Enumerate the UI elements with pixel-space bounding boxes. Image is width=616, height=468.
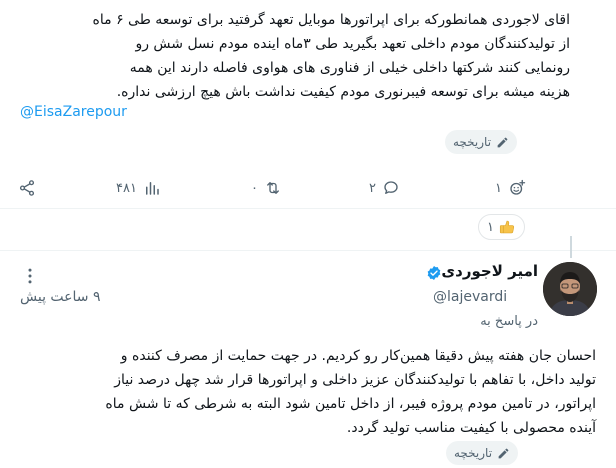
action-bar: ۴۸۱ ۰ ۲ ۱ bbox=[0, 174, 616, 202]
reply-button[interactable]: ۲ bbox=[369, 174, 400, 202]
post-line: از تولیدکنندگان مودم داخلی تعهد بگیرید ط… bbox=[135, 36, 570, 52]
mention-link[interactable]: @EisaZarepour bbox=[20, 104, 127, 120]
post-text: اقای لاجوردی همانطورکه برای اپراتورها مو… bbox=[14, 8, 571, 104]
author-name[interactable]: امیر لاجوردی bbox=[441, 262, 538, 280]
pencil-icon bbox=[497, 137, 508, 147]
reaction-count: ۱ bbox=[495, 180, 502, 196]
views-count: ۴۸۱ bbox=[116, 180, 137, 196]
pencil-icon bbox=[498, 448, 509, 458]
share-button[interactable] bbox=[18, 174, 36, 202]
reply-line: تولید داخل، با تفاهم با تولیدکنندگان عزی… bbox=[114, 372, 596, 388]
post-line: اقای لاجوردی همانطورکه برای اپراتورها مو… bbox=[92, 12, 571, 28]
views-button[interactable]: ۴۸۱ bbox=[116, 174, 161, 202]
retweet-count: ۰ bbox=[251, 180, 258, 196]
timestamp: ۹ ساعت پیش bbox=[20, 289, 101, 305]
comment-icon bbox=[384, 181, 398, 194]
avatar-photo bbox=[543, 262, 597, 316]
share-icon bbox=[19, 180, 35, 196]
post-line: هزینه میشه برای توسعه فیبرنوری مودم کیفی… bbox=[116, 84, 570, 100]
retweet-icon bbox=[267, 182, 279, 194]
retweet-button[interactable]: ۰ bbox=[251, 174, 282, 202]
reply-line: آینده محصولی با کیفیت مناسب تولید گردد. bbox=[346, 420, 596, 436]
divider bbox=[0, 250, 616, 251]
reply-to-label: در پاسخ به bbox=[480, 314, 538, 329]
history-label: تاریخچه bbox=[454, 446, 493, 460]
more-options-icon[interactable] bbox=[20, 266, 40, 286]
author-handle[interactable]: @lajevardi bbox=[433, 289, 507, 305]
history-label: تاریخچه bbox=[453, 135, 492, 149]
history-button[interactable]: تاریخچه bbox=[446, 441, 519, 465]
thread-line bbox=[570, 236, 572, 258]
thumbs-up-icon bbox=[499, 220, 515, 234]
add-reaction-icon bbox=[510, 179, 526, 195]
reply-text: احسان جان هفته پیش دقیقا همین‌کار رو کرد… bbox=[0, 344, 596, 440]
like-reaction-pill[interactable]: ۱ bbox=[478, 214, 525, 240]
bar-chart-icon bbox=[145, 182, 159, 195]
reply-line: اپراتور، در تامین مودم پروژه فیبر، از دا… bbox=[105, 396, 596, 412]
post-line: رونمایی کنند شرکتها داخلی خیلی از فناوری… bbox=[129, 60, 570, 76]
verified-badge-icon bbox=[427, 266, 441, 280]
avatar[interactable] bbox=[543, 262, 597, 316]
reply-line: احسان جان هفته پیش دقیقا همین‌کار رو کرد… bbox=[120, 348, 596, 364]
history-button[interactable]: تاریخچه bbox=[445, 130, 518, 154]
like-count: ۱ bbox=[487, 219, 494, 235]
reply-count: ۲ bbox=[369, 180, 376, 196]
reaction-button[interactable]: ۱ bbox=[495, 174, 526, 202]
divider bbox=[0, 208, 616, 209]
